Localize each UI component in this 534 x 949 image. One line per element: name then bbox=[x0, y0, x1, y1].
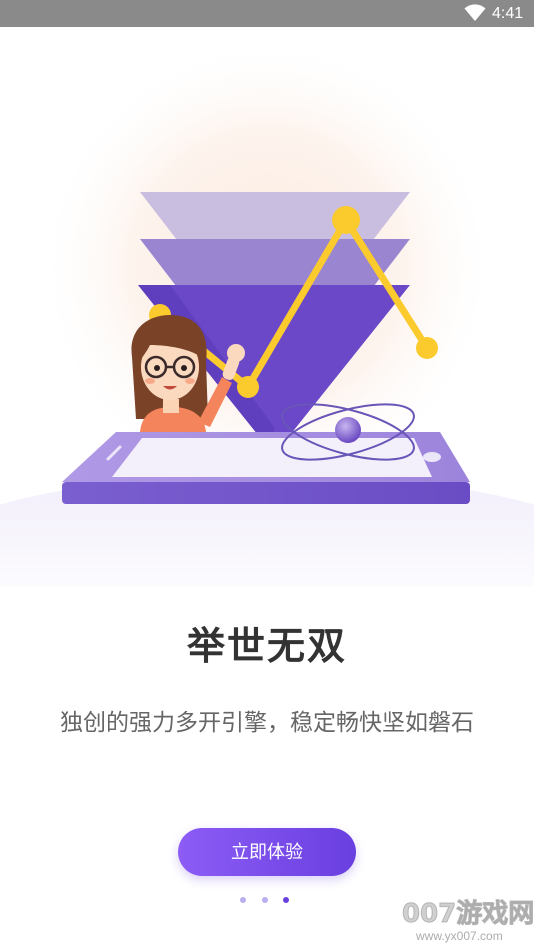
status-time: 4:41 bbox=[492, 5, 524, 22]
watermark-brand: 007游戏网 bbox=[401, 899, 534, 930]
page-indicator bbox=[240, 897, 294, 905]
page-subtitle: 独创的强力多开引擎，稳定畅快坚如磐石 bbox=[60, 710, 474, 736]
page-title: 举世无双 bbox=[186, 624, 347, 668]
wifi-icon bbox=[464, 4, 486, 21]
try-now-button[interactable]: 立即体验 bbox=[178, 828, 356, 876]
watermark: 007游戏网 www.yx007.com bbox=[394, 893, 534, 949]
watermark-url: www.yx007.com bbox=[416, 929, 503, 943]
page-dot-1[interactable] bbox=[240, 897, 246, 903]
phone-screen bbox=[112, 438, 432, 477]
page-dot-2[interactable] bbox=[262, 897, 268, 903]
chart-point-3 bbox=[332, 206, 360, 234]
phone-button bbox=[423, 452, 441, 462]
chart-point-4 bbox=[416, 337, 438, 359]
orbit-ball bbox=[335, 417, 361, 443]
onboarding-screen: 4:41 举世无双 独创的强力多开引擎，稳定畅快坚如磐石 立即体验 007游戏网… bbox=[0, 0, 534, 949]
hero-illustration bbox=[0, 37, 534, 587]
page-dot-3-active[interactable] bbox=[283, 897, 289, 903]
phone-base bbox=[62, 482, 470, 504]
chart-point-2 bbox=[237, 376, 259, 398]
status-bar: 4:41 bbox=[0, 0, 534, 27]
